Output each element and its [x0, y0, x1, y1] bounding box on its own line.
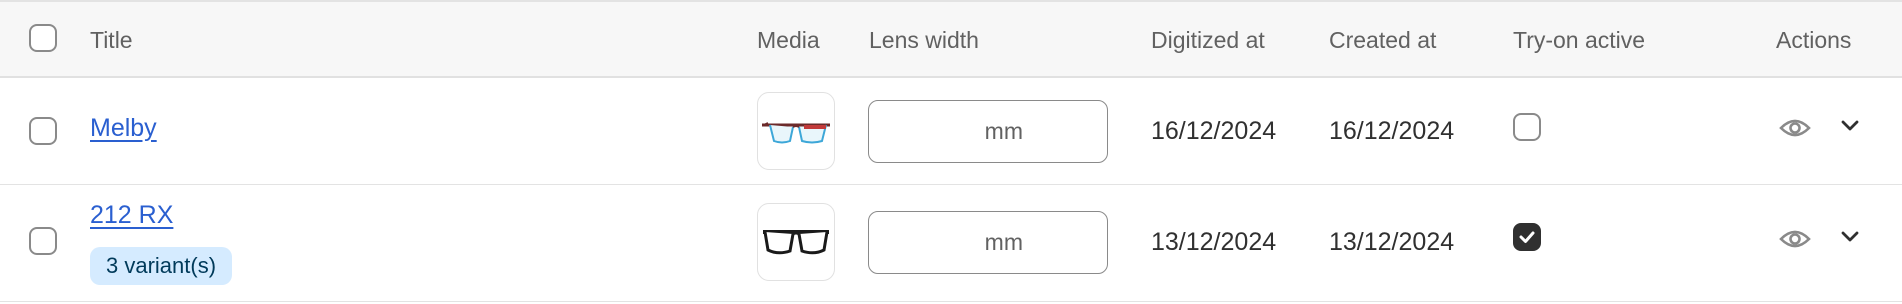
- chevron-down-icon[interactable]: [1838, 225, 1862, 249]
- created-at-value: 16/12/2024: [1329, 117, 1455, 145]
- view-icon[interactable]: [1778, 116, 1812, 140]
- glasses-bold-icon: [763, 230, 829, 255]
- lens-width-input[interactable]: mm: [868, 211, 1108, 274]
- header-actions: Actions: [1776, 26, 1852, 53]
- row-select-checkbox[interactable]: [29, 117, 57, 145]
- table-header: Title Media Lens width Digitized at Crea…: [0, 2, 1902, 78]
- header-media: Media: [757, 26, 820, 53]
- products-table: Title Media Lens width Digitized at Crea…: [0, 0, 1902, 304]
- select-all-checkbox[interactable]: [29, 24, 57, 52]
- row-select-checkbox[interactable]: [29, 227, 57, 255]
- header-title[interactable]: Title: [90, 2, 133, 78]
- table-row[interactable]: Melby mm 16/12/2024 16/12/2024: [0, 78, 1902, 185]
- view-icon[interactable]: [1778, 227, 1812, 251]
- checkmark-icon: [1519, 231, 1535, 243]
- tryon-active-checkbox[interactable]: [1513, 223, 1541, 251]
- digitized-at-value: 16/12/2024: [1151, 117, 1277, 145]
- product-title-link[interactable]: 212 RX: [90, 201, 173, 230]
- lens-width-unit: mm: [984, 118, 1023, 144]
- glasses-thin-icon: [762, 122, 830, 144]
- variants-badge: 3 variant(s): [90, 247, 233, 285]
- lens-width-unit: mm: [984, 229, 1023, 255]
- lens-width-input[interactable]: mm: [868, 100, 1108, 163]
- product-title-link[interactable]: Melby: [90, 114, 157, 143]
- digitized-at-value: 13/12/2024: [1151, 228, 1277, 256]
- header-created-at[interactable]: Created at: [1329, 2, 1436, 78]
- chevron-down-icon[interactable]: [1838, 114, 1862, 138]
- header-digitized-at[interactable]: Digitized at: [1151, 2, 1265, 78]
- header-lens-width[interactable]: Lens width: [869, 2, 979, 78]
- table-row[interactable]: 212 RX 3 variant(s) mm 13/12/2024 13/12/…: [0, 185, 1902, 302]
- product-media-thumbnail[interactable]: [757, 92, 835, 170]
- created-at-value: 13/12/2024: [1329, 228, 1455, 256]
- tryon-active-checkbox[interactable]: [1513, 113, 1541, 141]
- header-tryon-active[interactable]: Try-on active: [1513, 2, 1645, 78]
- product-media-thumbnail[interactable]: [757, 203, 835, 281]
